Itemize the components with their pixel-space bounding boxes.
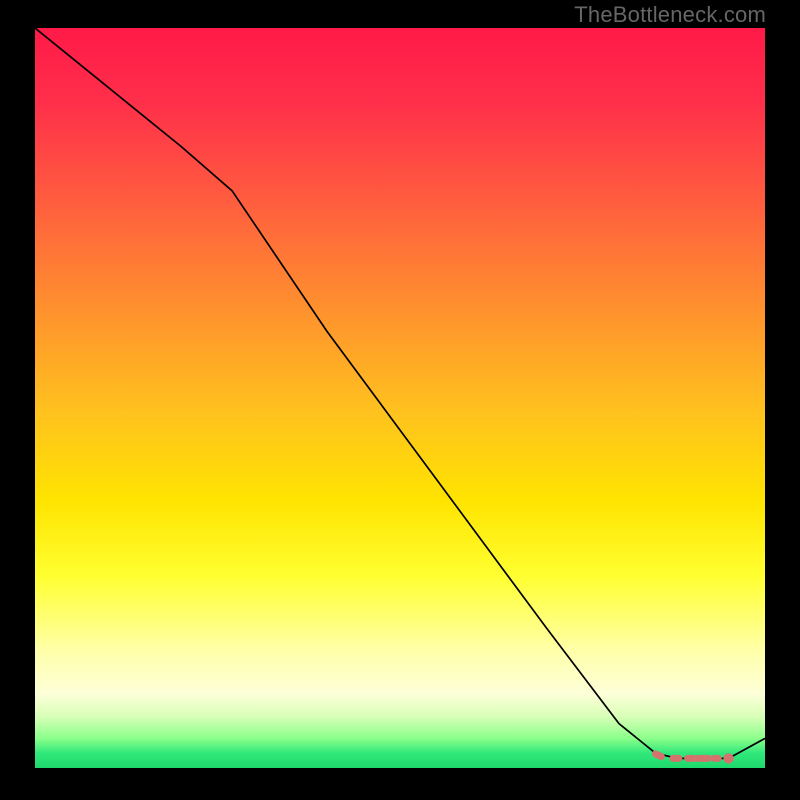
chart-frame: TheBottleneck.com	[0, 0, 800, 800]
marker-dot	[723, 753, 733, 763]
main-curve	[35, 28, 765, 758]
chart-svg	[35, 28, 765, 768]
watermark-text: TheBottleneck.com	[574, 2, 766, 28]
plot-area	[35, 28, 765, 768]
marker-dash	[656, 754, 662, 757]
